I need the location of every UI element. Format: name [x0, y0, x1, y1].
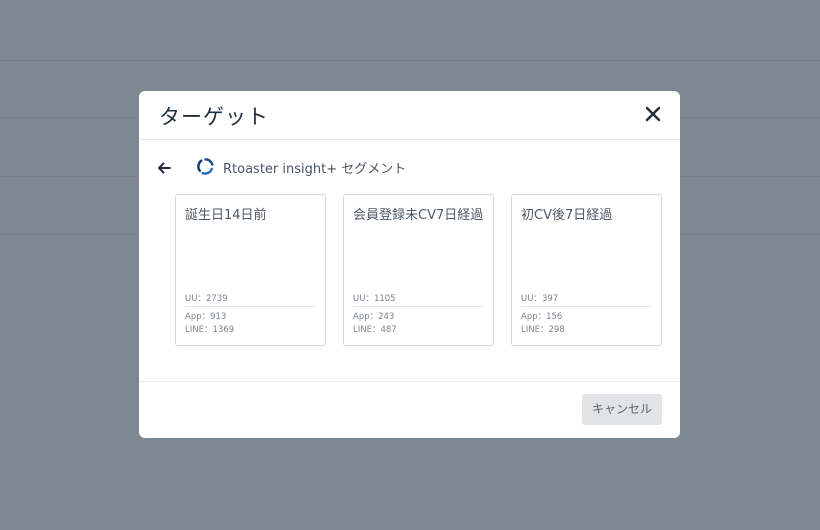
close-button[interactable] — [644, 105, 662, 123]
arrow-left-icon — [158, 162, 171, 174]
segment-name: 会員登録未CV7日経過 — [353, 208, 484, 223]
background-divider — [0, 60, 820, 61]
segment-app-count: App：243 — [353, 312, 395, 322]
card-divider — [521, 306, 652, 307]
segment-line-count: LINE：487 — [353, 325, 397, 335]
cancel-button[interactable]: キャンセル — [582, 394, 662, 425]
segment-uu-count: UU：2739 — [185, 294, 228, 304]
segment-name: 誕生日14日前 — [185, 208, 267, 223]
segment-uu-count: UU：397 — [521, 294, 559, 304]
back-button[interactable] — [156, 160, 172, 176]
segment-card[interactable]: 誕生日14日前 UU：2739 App：913 LINE：1369 — [175, 194, 326, 346]
segment-line-count: LINE：298 — [521, 325, 565, 335]
segment-app-count: App：913 — [185, 312, 227, 322]
segment-uu-count: UU：1105 — [353, 294, 396, 304]
card-divider — [353, 306, 484, 307]
card-divider — [185, 306, 316, 307]
close-icon — [645, 106, 661, 122]
segment-card[interactable]: 初CV後7日経過 UU：397 App：156 LINE：298 — [511, 194, 662, 346]
segment-line-count: LINE：1369 — [185, 325, 235, 335]
dialog-header: ターゲット — [139, 91, 680, 140]
rtoaster-logo-icon — [196, 157, 215, 176]
segment-name: 初CV後7日経過 — [521, 208, 613, 223]
segment-source-label: Rtoaster insight+ セグメント — [223, 162, 407, 177]
segment-app-count: App：156 — [521, 312, 563, 322]
target-dialog: ターゲット Rtoaster insight+ セグメント 誕生日14日前 UU… — [139, 91, 680, 438]
dialog-title: ターゲット — [159, 105, 269, 129]
footer-divider — [139, 381, 680, 382]
segment-card[interactable]: 会員登録未CV7日経過 UU：1105 App：243 LINE：487 — [343, 194, 494, 346]
